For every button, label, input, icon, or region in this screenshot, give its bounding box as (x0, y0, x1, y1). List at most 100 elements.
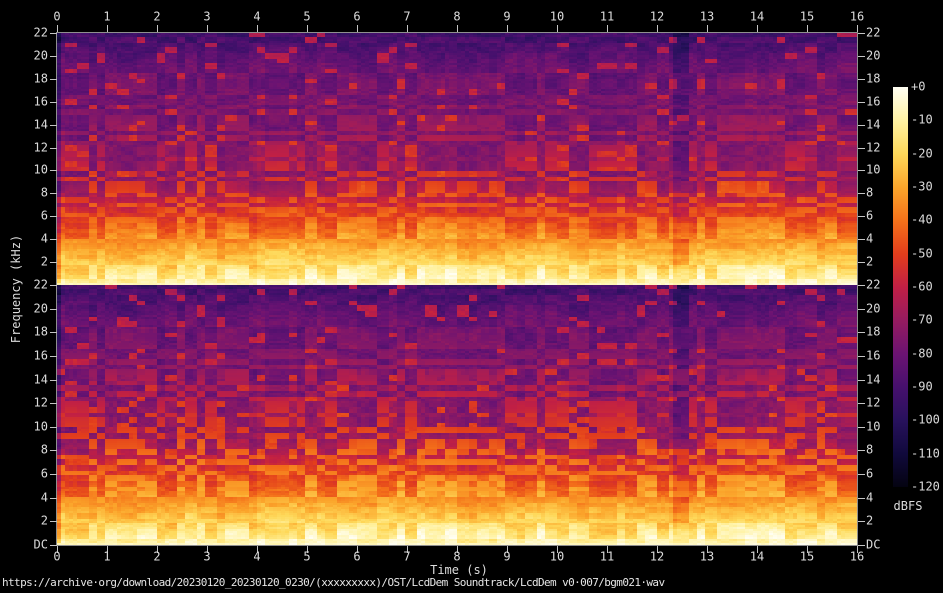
freq-tick-right (858, 545, 865, 546)
freq-tick-label-right: 22 (866, 25, 881, 40)
colorbar-tick-label: +0 (911, 79, 926, 94)
freq-tick-right (858, 239, 865, 240)
freq-tick-label-left: 16 (33, 94, 48, 109)
freq-tick-label-right: 22 (866, 277, 881, 292)
freq-tick-left (50, 545, 57, 546)
time-tick-label-top: 14 (749, 9, 765, 24)
colorbar-tick-label: -60 (911, 279, 933, 294)
freq-tick-left (50, 403, 57, 404)
time-tick-label-top: 15 (799, 9, 815, 24)
time-tick-label-top: 12 (649, 9, 665, 24)
time-tick-label-bottom: 1 (103, 549, 111, 564)
colorbar-tick-label: -90 (911, 379, 933, 394)
freq-tick-left (50, 521, 57, 522)
colorbar-tick-label: -50 (911, 246, 933, 261)
time-tick-label-top: 0 (53, 9, 61, 24)
time-tick-top (707, 25, 708, 32)
y-axis-title: Frequency (kHz) (9, 234, 23, 344)
file-url-caption: https://archive·org/download/20230120_20… (2, 576, 665, 589)
freq-tick-left (50, 79, 57, 80)
freq-tick-label-left: 2 (40, 513, 48, 528)
time-tick-label-bottom: 15 (799, 549, 815, 564)
freq-tick-right (858, 498, 865, 499)
freq-tick-label-left: 8 (40, 442, 48, 457)
freq-tick-label-right: 14 (866, 117, 881, 132)
time-tick-label-top: 16 (849, 9, 865, 24)
time-tick-label-top: 1 (103, 9, 111, 24)
colorbar-title: dBFS (893, 499, 923, 513)
freq-tick-left (50, 239, 57, 240)
freq-tick-left (50, 309, 57, 310)
time-tick-top (557, 25, 558, 32)
time-tick-label-top: 9 (503, 9, 511, 24)
freq-tick-right (858, 193, 865, 194)
colorbar-tick-label: -110 (911, 446, 940, 461)
freq-tick-right (858, 403, 865, 404)
freq-tick-label-left: 4 (40, 490, 48, 505)
time-tick-top (307, 25, 308, 32)
freq-tick-left (50, 332, 57, 333)
freq-tick-label-right: 2 (866, 254, 874, 269)
freq-tick-label-left: 14 (33, 372, 48, 387)
freq-tick-right (858, 33, 865, 34)
freq-tick-label-right: 18 (866, 71, 881, 86)
freq-tick-label-right: 20 (866, 48, 881, 63)
freq-tick-label-left: 6 (40, 208, 48, 223)
time-tick-top (257, 25, 258, 32)
freq-tick-label-right: 16 (866, 348, 881, 363)
freq-tick-left (50, 148, 57, 149)
freq-tick-label-right: 8 (866, 442, 874, 457)
freq-tick-left (50, 125, 57, 126)
time-tick-top (157, 25, 158, 32)
freq-tick-left (50, 262, 57, 263)
spectrogram-channel-1-canvas (57, 33, 857, 285)
freq-tick-left (50, 33, 57, 34)
time-tick-top (857, 25, 858, 32)
colorbar-gradient (893, 87, 908, 487)
freq-tick-label-left: 18 (33, 71, 48, 86)
time-tick-label-bottom: 5 (303, 549, 311, 564)
freq-tick-label-left: 14 (33, 117, 48, 132)
freq-tick-right (858, 148, 865, 149)
freq-tick-label-left: 12 (33, 140, 48, 155)
time-tick-label-bottom: 9 (503, 549, 511, 564)
time-tick-label-bottom: 7 (403, 549, 411, 564)
freq-tick-label-right: 10 (866, 419, 881, 434)
spectrogram-channel-2-canvas (57, 285, 857, 545)
freq-tick-right (858, 216, 865, 217)
time-tick-top (57, 25, 58, 32)
freq-tick-right (858, 125, 865, 126)
time-tick-label-bottom: 2 (153, 549, 161, 564)
spectrogram-figure: Frequency (kHz) 0 0 1 1 2 2 3 3 4 4 5 5 6 6 7 7 8 8 9 9 10 10… (0, 0, 943, 593)
freq-tick-label-left: 10 (33, 419, 48, 434)
freq-tick-label-right: 4 (866, 231, 874, 246)
colorbar-tick-label: -120 (911, 479, 940, 494)
freq-tick-right (858, 309, 865, 310)
freq-tick-label-left: 2 (40, 254, 48, 269)
colorbar-tick-label: -10 (911, 112, 933, 127)
freq-tick-label-right: 20 (866, 301, 881, 316)
freq-tick-right (858, 262, 865, 263)
time-tick-label-bottom: 14 (749, 549, 765, 564)
colorbar-tick-label: -80 (911, 346, 933, 361)
freq-tick-left (50, 427, 57, 428)
freq-tick-right (858, 79, 865, 80)
time-tick-label-top: 10 (549, 9, 565, 24)
time-tick-label-bottom: 4 (253, 549, 261, 564)
freq-tick-left (50, 102, 57, 103)
freq-tick-label-left: 10 (33, 162, 48, 177)
freq-tick-left (50, 450, 57, 451)
colorbar-tick-label: -40 (911, 212, 933, 227)
time-tick-label-top: 6 (353, 9, 361, 24)
time-tick-label-bottom: 10 (549, 549, 565, 564)
time-tick-top (507, 25, 508, 32)
time-tick-top (207, 25, 208, 32)
time-tick-label-bottom: 3 (203, 549, 211, 564)
freq-tick-label-left: 6 (40, 466, 48, 481)
freq-tick-label-right: 12 (866, 395, 881, 410)
time-tick-top (757, 25, 758, 32)
freq-tick-label-right: 8 (866, 185, 874, 200)
time-tick-label-top: 2 (153, 9, 161, 24)
freq-tick-left (50, 356, 57, 357)
time-tick-top (107, 25, 108, 32)
